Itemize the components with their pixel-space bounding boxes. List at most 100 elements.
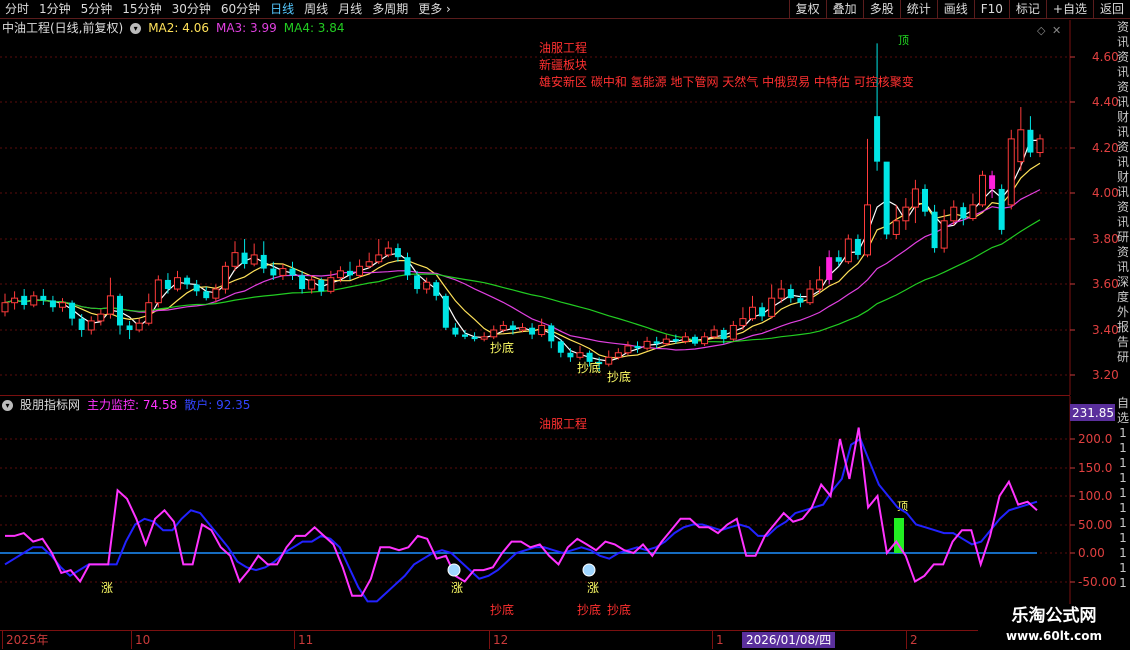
mark-button[interactable]: 标记 [1008,0,1046,19]
add-watchlist-button[interactable]: +自选 [1045,0,1093,19]
candle-body [490,329,498,338]
side-tab-char: 研 [1116,230,1129,244]
tab-15min[interactable]: 15分钟 [117,0,166,19]
candle-body [787,289,794,299]
candle-body [212,288,220,299]
tab-5min[interactable]: 5分钟 [76,0,118,19]
tab-weekly[interactable]: 周线 [299,0,333,19]
candle-body [11,297,19,304]
side-tab-char: 1 [1119,576,1127,590]
candle-body [768,297,776,317]
chevron-down-icon[interactable]: ▾ [130,22,142,34]
side-tab-char: 1 [1119,501,1127,515]
candle-body [749,306,756,320]
toolbar-actions: 复权 叠加 多股 统计 画线 F10 标记 +自选 返回 [788,0,1130,19]
candle-body [308,279,316,290]
side-tab-char: 讯 [1116,125,1129,139]
price-tick-label: 3.20 [1092,368,1119,382]
date-cursor: 2026/01/08/四 [742,632,836,648]
candle-body [720,330,727,340]
sub-annotation: 油服工程 [539,416,587,431]
candle-body [154,279,162,304]
candle-body [950,206,958,222]
candle-body [605,356,613,365]
candle-body [854,239,861,255]
adjust-button[interactable]: 复权 [788,0,826,19]
sub-signal-1: 抄底 [490,602,514,617]
candle-body [806,288,814,304]
candle-body [874,116,881,162]
candle-body [729,324,737,340]
f10-button[interactable]: F10 [973,0,1009,19]
tab-intraday[interactable]: 分时 [0,0,34,19]
candle-body [499,324,507,331]
side-tab-char: 选 [1116,411,1129,425]
tab-multi-period[interactable]: 多周期 [367,0,413,19]
statistics-button[interactable]: 统计 [899,0,937,19]
candle-body [1,302,9,313]
side-tab-char: 讯 [1116,215,1129,229]
sub-signal-2: 抄底 [577,602,601,617]
indicator-panel[interactable]: 231.85 200.0 150.0 100.0 50.00 0.00 -50.00 顶 … [0,396,1130,630]
candle-body [135,322,143,331]
overlay-button[interactable]: 叠加 [825,0,863,19]
indicator-tick-label: 50.00 [1078,518,1112,532]
date-label: 12 [489,631,508,649]
candle-body [404,257,411,276]
draw-line-button[interactable]: 画线 [936,0,974,19]
candle-body [922,188,928,212]
candle-body [279,268,287,276]
main-force-line [5,427,1038,597]
candle-body [844,238,852,263]
back-button[interactable]: 返回 [1092,0,1130,19]
price-tick-label: 3.40 [1092,323,1119,337]
side-tab-char: 1 [1119,426,1127,440]
tab-monthly[interactable]: 月线 [333,0,367,19]
price-tick-label: 4.60 [1092,50,1119,64]
price-tick-label: 4.20 [1092,141,1119,155]
candle-body [87,320,95,331]
candle-body [49,300,56,308]
side-tab-char: 讯 [1116,65,1129,79]
diamond-icon[interactable]: ◇ [1037,24,1046,37]
price-tick-label: 3.60 [1092,277,1119,291]
indicator-tick-label: 100.0 [1078,489,1112,503]
period-tabs: 分时 1分钟 5分钟 15分钟 30分钟 60分钟 日线 周线 月线 多周期 更… [0,0,456,19]
candle-body [979,174,986,206]
price-axis: 4.60 4.40 4.20 4.00 3.80 3.60 3.40 3.20 [1070,50,1119,382]
date-label: 2025年 [2,631,49,649]
retail-value: 散户: 92.35 [184,398,251,412]
date-label: 10 [131,631,150,649]
candle-body [30,295,38,306]
candle-body [97,313,105,322]
candle-body [442,295,449,328]
indicator-legend: ▾ 股朋指标网 主力监控: 74.58 散户: 92.35 [2,397,257,413]
chevron-down-icon[interactable]: ▾ [2,399,13,411]
side-tab-char: 1 [1119,471,1127,485]
more-label: 更多 [418,2,443,16]
candle-body [347,270,353,276]
side-tab-char: 研 [1116,350,1129,364]
info-side-tabs[interactable]: 资讯资讯资讯财讯资讯财讯资讯研资讯深度外报告研 [1116,20,1130,395]
tab-daily[interactable]: 日线 [265,0,299,19]
candle-body [576,352,584,358]
close-icon[interactable]: ✕ [1052,24,1061,37]
candle-body [624,345,632,354]
tab-30min[interactable]: 30分钟 [167,0,216,19]
candle-body [692,336,698,344]
side-tab-char: 资 [1116,50,1129,64]
tab-more[interactable]: 更多 › [413,0,456,19]
tab-60min[interactable]: 60分钟 [216,0,265,19]
side-tab-char: 1 [1119,486,1127,500]
candle-body [250,254,258,265]
indicator-svg[interactable]: 231.85 200.0150.0100.050.000.00-50.00 顶 … [0,396,1130,630]
multi-stock-button[interactable]: 多股 [862,0,900,19]
tab-1min[interactable]: 1分钟 [34,0,76,19]
date-axis: 2025年 10 11 12 1 2 2026/01/08/四 [0,630,1130,650]
indicator-side-tabs[interactable]: 自选11111111111 [1116,396,1130,630]
kline-svg[interactable]: 4.60 4.40 4.20 4.00 3.80 3.60 3.40 3.20 油服工程 新疆… [0,20,1130,395]
candle-body [289,268,296,276]
candle-body [299,275,306,290]
kline-panel[interactable]: 4.60 4.40 4.20 4.00 3.80 3.60 3.40 3.20 油服工程 新疆… [0,20,1130,395]
up-label-2: 涨 [451,580,463,595]
